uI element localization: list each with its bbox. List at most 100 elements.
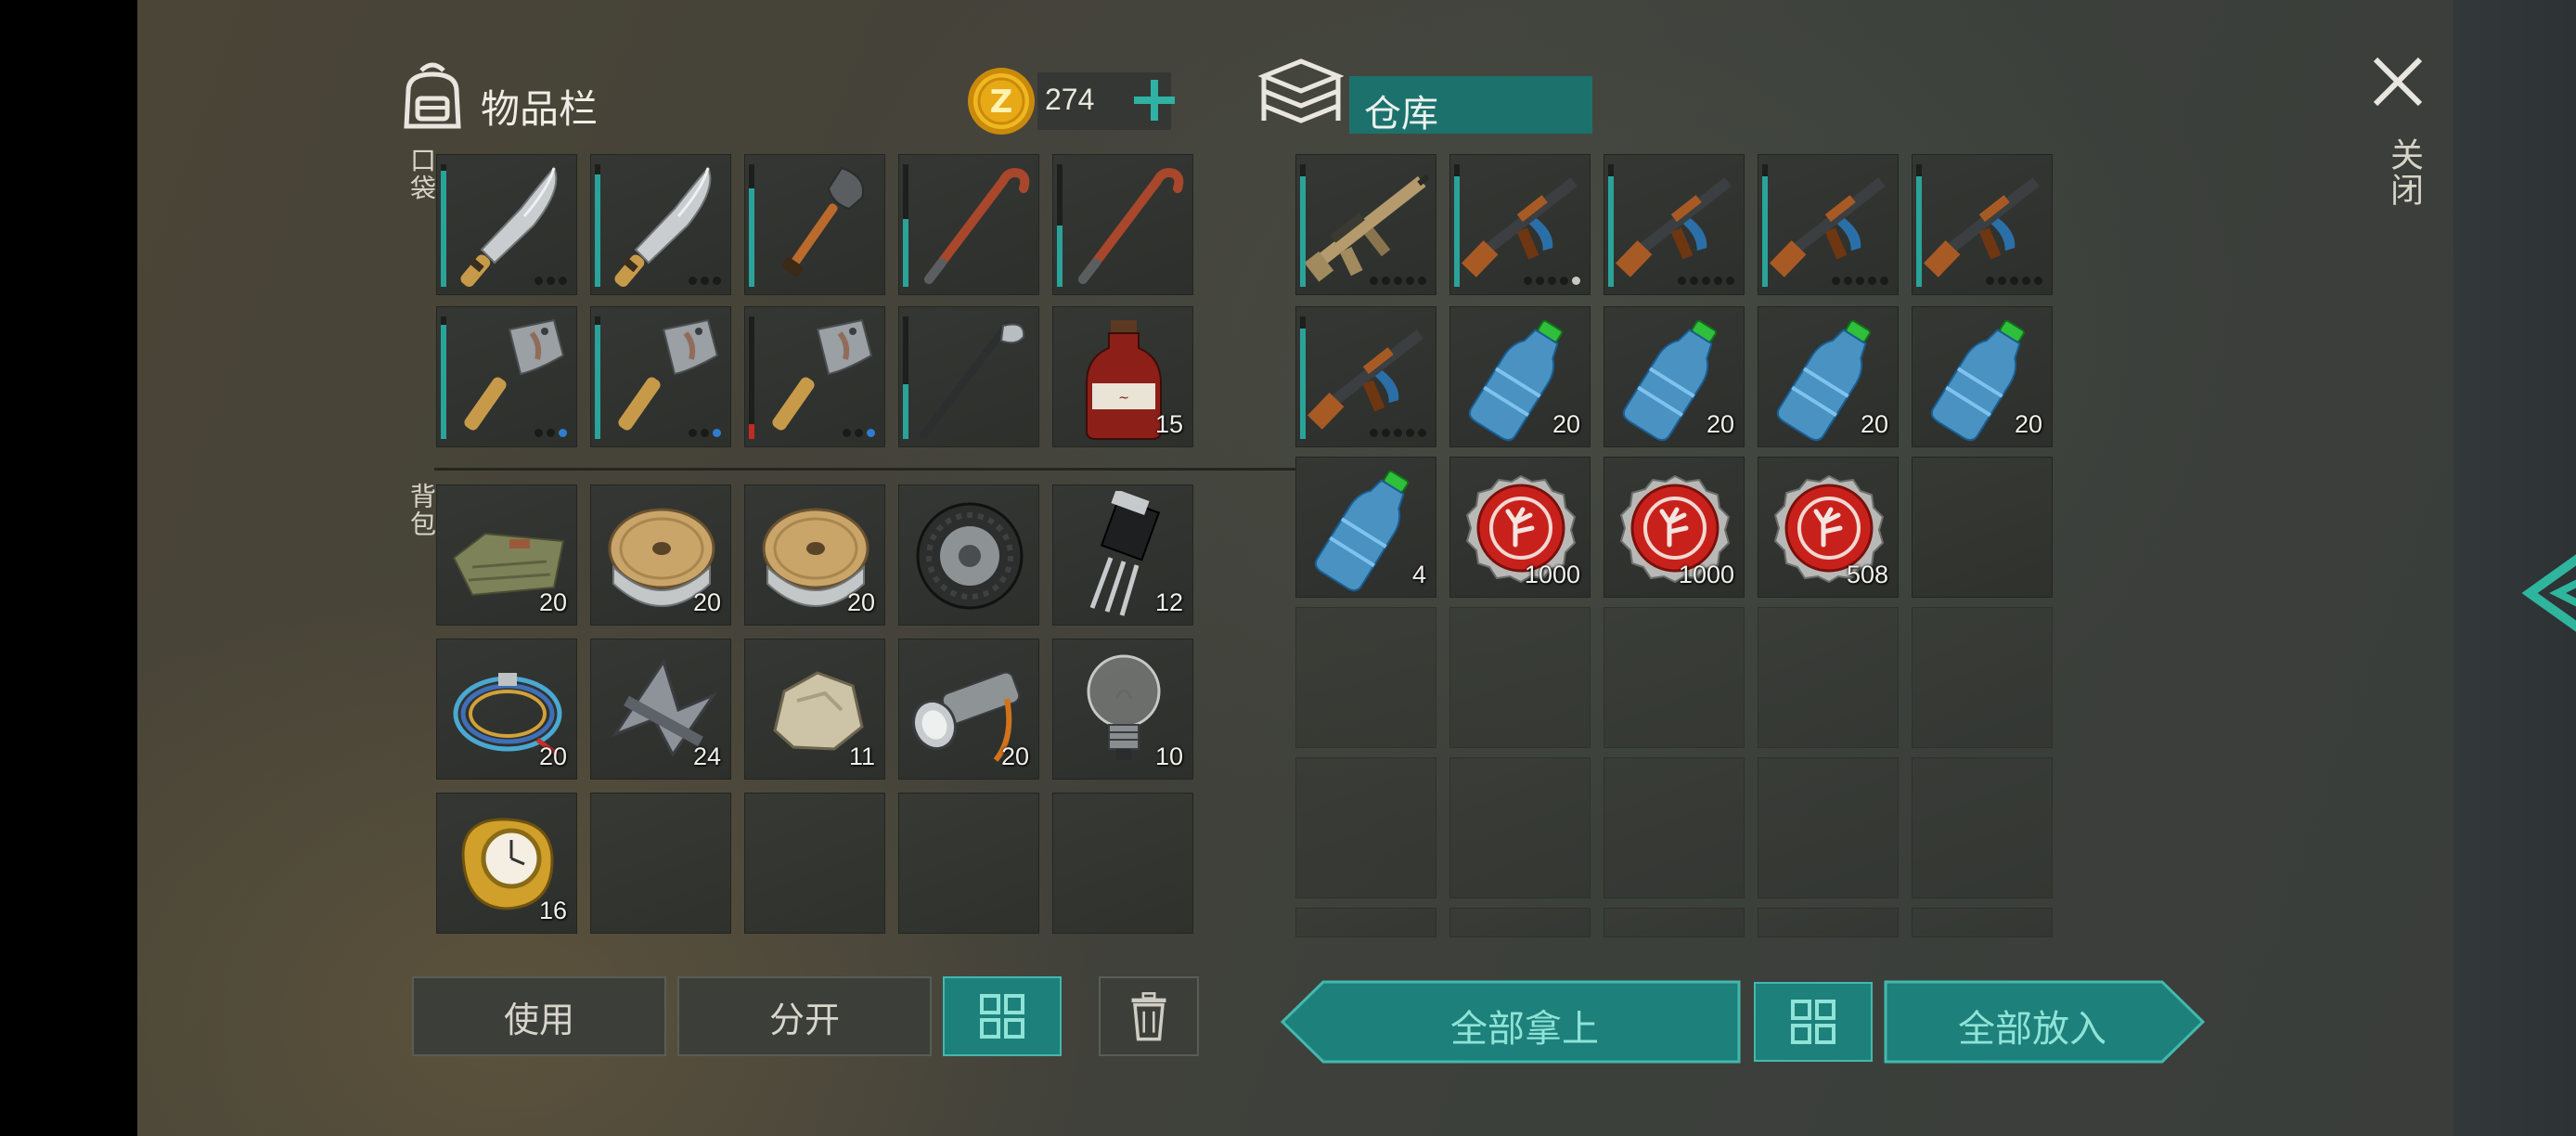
storage-empty-slot[interactable] [1758,607,1899,748]
storage-slot-ak-rifle[interactable] [1758,154,1899,295]
pocket-slot-cleaver[interactable] [590,306,731,447]
backpack-slot-gold-watch[interactable]: 16 [436,793,577,934]
use-button[interactable]: 使用 [412,976,666,1056]
storage-slot-ak-rifle[interactable] [1449,154,1591,295]
pocket-slot-golf-club[interactable] [898,306,1039,447]
backpack-slot-flashlight[interactable]: 20 [898,639,1039,780]
storage-empty-slot[interactable] [1912,457,2053,598]
backpack-empty-slot[interactable] [744,793,885,934]
ak-rifle-icon [1458,161,1584,290]
take-all-label: 全部拿上 [1450,1008,1599,1051]
pocket-slot-crowbar[interactable] [898,154,1039,295]
expand-side-icon[interactable] [2517,542,2576,644]
item-quantity: 24 [692,742,721,770]
backpack-empty-slot[interactable] [898,793,1039,934]
backpack-empty-slot[interactable] [1052,793,1193,934]
durability-bar [1057,164,1063,287]
sort-storage-button[interactable] [1754,982,1873,1062]
backpack-slot-wire-spool[interactable]: 20 [744,484,885,626]
storage-empty-slot[interactable] [1295,757,1436,898]
pocket-slot-machete[interactable] [436,154,577,295]
backpack-slot-transistor[interactable]: 12 [1052,484,1193,626]
take-all-button[interactable]: 全部拿上 [1279,980,1743,1064]
storage-empty-slot[interactable] [1604,908,1745,937]
item-quantity: 508 [1846,561,1888,588]
durability-bar [1300,164,1306,287]
storage-empty-slot[interactable] [1449,908,1591,937]
durability-bar [441,316,446,439]
svg-text:~: ~ [1118,391,1129,406]
item-quantity: 15 [1154,410,1183,438]
storage-slot-ak-rifle[interactable] [1295,306,1436,447]
backpack-slot-wire-spool[interactable]: 20 [590,484,731,626]
shovel-icon [753,161,879,290]
storage-empty-slot[interactable] [1449,607,1591,748]
golf-club-icon [907,313,1033,443]
grid-icon [980,994,1024,1039]
pocket-slot-shovel[interactable] [744,154,885,295]
durability-bar [1300,316,1306,439]
close-label: 关闭 [2385,137,2423,208]
item-quantity: 20 [2014,410,2042,438]
storage-empty-slot[interactable] [1912,757,2053,898]
storage-empty-slot[interactable] [1912,908,2053,937]
storage-slot-ak-rifle[interactable] [1912,154,2053,295]
split-button[interactable]: 分开 [677,976,932,1056]
storage-slot-water-bottle[interactable]: 20 [1758,306,1899,447]
backpack-slot-scrap-metal[interactable]: 24 [590,639,731,780]
game-screen: 物品栏 Z 274 口袋 背包 ~15 20 20 20 12 20 24 11 20 10 16 … [137,0,2576,1136]
pocket-slot-machete[interactable] [590,154,731,295]
durability-bar [1608,164,1614,287]
storage-empty-slot[interactable] [1758,908,1899,937]
storage-empty-slot[interactable] [1604,607,1745,748]
storage-empty-slot[interactable] [1295,607,1436,748]
storage-slot-water-bottle[interactable]: 20 [1449,306,1591,447]
pocket-slot-crowbar[interactable] [1052,154,1193,295]
backpack-slot-cloth[interactable]: 20 [436,484,577,626]
coin-count: 274 [1045,83,1095,116]
backpack-slot-light-bulb[interactable]: 10 [1052,639,1193,780]
storage-slot-bottle-cap[interactable]: 508 [1758,457,1899,598]
coin-icon: Z [965,65,1037,137]
close-icon [2373,57,2423,107]
item-quantity: 20 [538,588,567,616]
pocket-slot-cleaver[interactable] [744,306,885,447]
storage-empty-slot[interactable] [1912,607,2053,748]
cleaver-icon [444,313,571,443]
storage-slot-bottle-cap[interactable]: 1000 [1449,457,1591,598]
pocket-slot-medicine-bottle[interactable]: ~15 [1052,306,1193,447]
storage-slot-bottle-cap[interactable]: 1000 [1604,457,1745,598]
backpack-empty-slot[interactable] [590,793,731,934]
add-coins-button[interactable] [1128,74,1180,126]
pocket-label: 口袋 [406,147,437,202]
storage-empty-slot[interactable] [1604,757,1745,898]
put-all-button[interactable]: 全部放入 [1884,980,2207,1064]
upgrade-dots [689,429,721,437]
close-button[interactable]: 关闭 [2357,45,2441,230]
storage-slot-scar-rifle[interactable] [1295,154,1436,295]
item-quantity: 20 [1860,410,1888,438]
ak-rifle-icon [1612,161,1738,290]
storage-empty-slot[interactable] [1758,757,1899,898]
durability-bar [595,164,600,287]
durability-bar [1762,164,1768,287]
section-divider [434,468,1338,471]
machete-icon [444,161,571,290]
item-quantity: 20 [1000,742,1029,770]
storage-slot-water-bottle[interactable]: 20 [1604,306,1745,447]
pocket-slot-cleaver[interactable] [436,306,577,447]
storage-slot-ak-rifle[interactable] [1604,154,1745,295]
item-quantity: 20 [1552,410,1580,438]
backpack-slot-stone[interactable]: 11 [744,639,885,780]
storage-empty-slot[interactable] [1295,908,1436,937]
item-quantity: 20 [846,588,875,616]
svg-text:Z: Z [990,84,1013,121]
storage-empty-slot[interactable] [1449,757,1591,898]
backpack-slot-cable-coil[interactable]: 20 [436,639,577,780]
storage-slot-water-bottle[interactable]: 20 [1912,306,2053,447]
upgrade-dots [843,429,875,437]
delete-button[interactable] [1099,976,1199,1056]
backpack-slot-tire[interactable] [898,484,1039,626]
storage-slot-water-bottle[interactable]: 4 [1295,457,1436,598]
sort-inventory-button[interactable] [943,976,1062,1056]
